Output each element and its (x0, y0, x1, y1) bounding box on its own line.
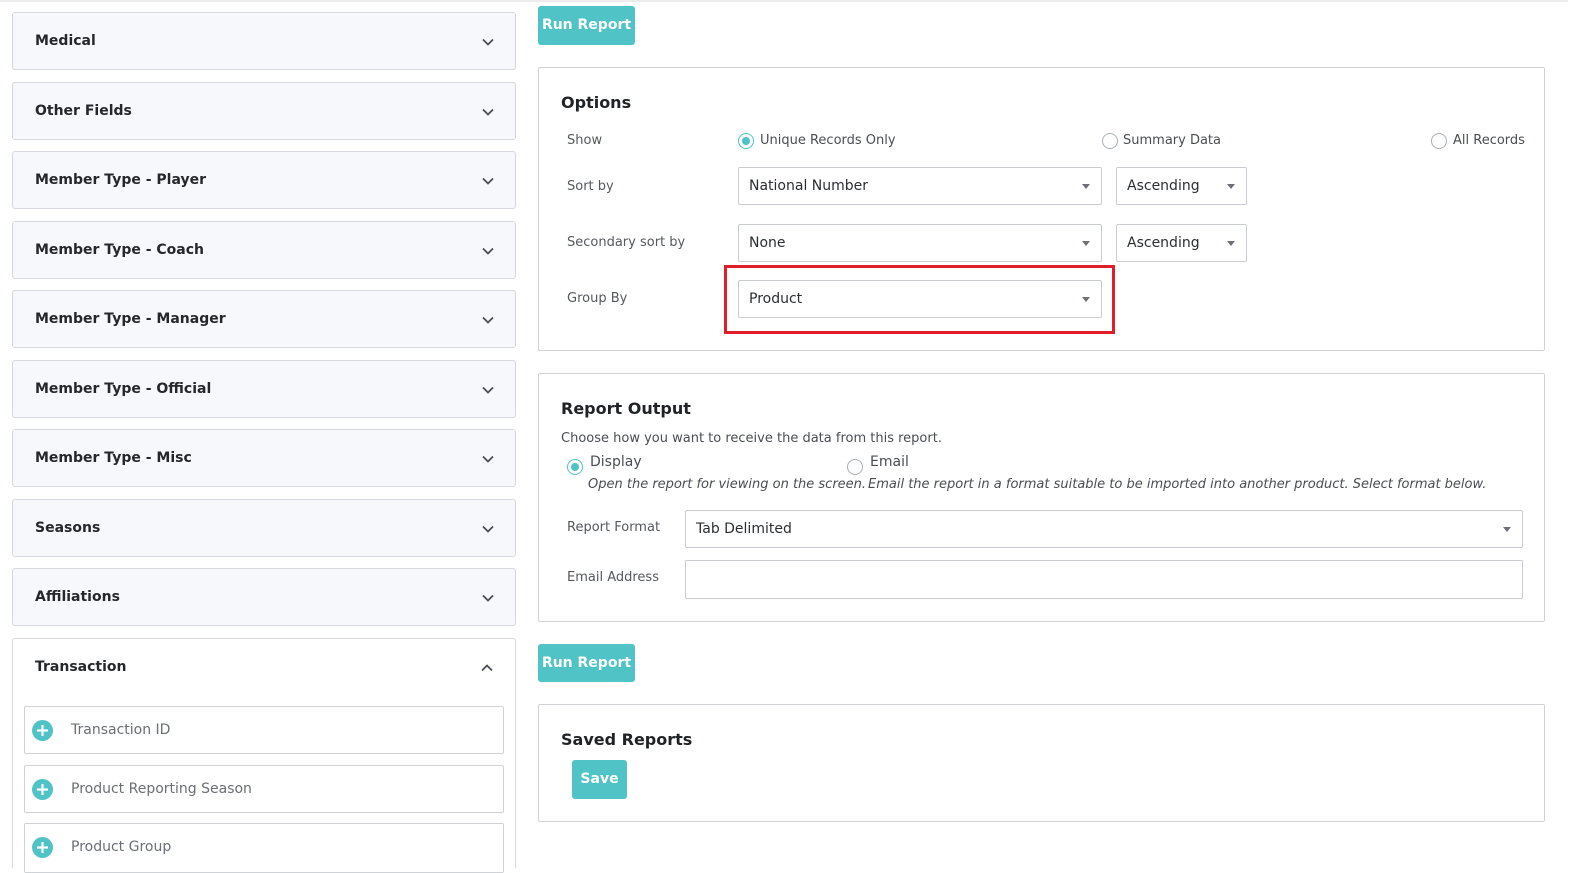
report-format-value: Tab Delimited (696, 521, 792, 537)
secondary-sort-label: Secondary sort by (567, 235, 686, 250)
display-description: Open the report for viewing on the scree… (588, 477, 867, 492)
accordion-label: Transaction (35, 659, 127, 675)
sort-by-label: Sort by (567, 179, 614, 194)
field-label: Product Group (71, 839, 172, 855)
add-field-icon[interactable] (32, 779, 53, 800)
report-output-intro: Choose how you want to receive the data … (561, 431, 942, 446)
report-output-title: Report Output (561, 399, 691, 418)
radio-all-records[interactable] (1431, 133, 1447, 149)
chevron-down-icon (482, 594, 494, 602)
accordion-other-fields[interactable]: Other Fields (12, 82, 516, 140)
secondary-sort-select[interactable]: None (738, 224, 1102, 262)
chevron-down-icon (482, 177, 494, 185)
email-address-label: Email Address (567, 570, 659, 585)
field-transaction-id[interactable]: Transaction ID (24, 706, 504, 754)
accordion-label: Member Type - Player (35, 172, 207, 188)
radio-display[interactable] (567, 459, 583, 475)
sort-by-select[interactable]: National Number (738, 167, 1102, 205)
sort-by-value: National Number (749, 178, 869, 194)
add-field-icon[interactable] (32, 837, 53, 858)
options-title: Options (561, 93, 632, 112)
radio-display-label: Display (590, 454, 642, 470)
dropdown-caret-icon (1227, 241, 1235, 246)
email-description: Email the report in a format suitable to… (868, 477, 1487, 492)
top-divider (0, 0, 1586, 2)
radio-email-label: Email (870, 454, 909, 470)
radio-summary-data-label: Summary Data (1123, 133, 1221, 148)
chevron-down-icon (482, 525, 494, 533)
dropdown-caret-icon (1227, 184, 1235, 189)
field-label: Product Reporting Season (71, 781, 252, 797)
radio-unique-records-label: Unique Records Only (760, 133, 896, 148)
report-format-select[interactable]: Tab Delimited (685, 510, 1523, 548)
sort-order-select[interactable]: Ascending (1116, 167, 1247, 205)
accordion-label: Member Type - Manager (35, 311, 226, 327)
field-product-group[interactable]: Product Group (24, 823, 504, 873)
save-button[interactable]: Save (572, 760, 627, 799)
chevron-down-icon (482, 38, 494, 46)
chevron-down-icon (482, 386, 494, 394)
accordion-label: Member Type - Misc (35, 450, 192, 466)
report-output-panel: Report Output Choose how you want to rec… (538, 373, 1545, 622)
dropdown-caret-icon (1082, 241, 1090, 246)
radio-unique-records[interactable] (738, 133, 754, 149)
accordion-member-type-manager[interactable]: Member Type - Manager (12, 290, 516, 348)
dropdown-caret-icon (1503, 527, 1511, 532)
accordion-label: Member Type - Official (35, 381, 212, 397)
accordion-label: Medical (35, 33, 96, 49)
secondary-sort-value: None (749, 235, 786, 251)
accordion-seasons[interactable]: Seasons (12, 499, 516, 557)
radio-all-records-label: All Records (1453, 133, 1525, 148)
run-report-button-bottom[interactable]: Run Report (538, 644, 635, 682)
page-scrollbar-track[interactable] (1568, 0, 1586, 858)
field-label: Transaction ID (71, 722, 171, 738)
accordion-label: Affiliations (35, 589, 120, 605)
chevron-down-icon (482, 247, 494, 255)
sort-order-value: Ascending (1127, 178, 1200, 194)
accordion-transaction: Transaction Transaction ID Product Repor… (12, 638, 516, 873)
radio-email[interactable] (847, 459, 863, 475)
accordion-affiliations[interactable]: Affiliations (12, 568, 516, 626)
secondary-sort-order-select[interactable]: Ascending (1116, 224, 1247, 262)
report-format-label: Report Format (567, 520, 661, 535)
saved-reports-title: Saved Reports (561, 730, 693, 749)
chevron-down-icon (482, 455, 494, 463)
accordion-transaction-header[interactable]: Transaction (13, 639, 515, 697)
chevron-down-icon (482, 316, 494, 324)
radio-summary-data[interactable] (1102, 133, 1118, 149)
group-by-label: Group By (567, 291, 628, 306)
chevron-down-icon (482, 108, 494, 116)
accordion-label: Member Type - Coach (35, 242, 205, 258)
show-label: Show (567, 133, 603, 148)
accordion-label: Seasons (35, 520, 101, 536)
chevron-up-icon (481, 664, 493, 672)
accordion-member-type-player[interactable]: Member Type - Player (12, 151, 516, 209)
group-by-highlight-box (724, 265, 1115, 334)
dropdown-caret-icon (1082, 184, 1090, 189)
field-product-reporting-season[interactable]: Product Reporting Season (24, 765, 504, 813)
email-address-input[interactable] (685, 560, 1523, 599)
accordion-label: Other Fields (35, 103, 132, 119)
run-report-button-top[interactable]: Run Report (538, 6, 635, 45)
add-field-icon[interactable] (32, 720, 53, 741)
accordion-member-type-misc[interactable]: Member Type - Misc (12, 429, 516, 487)
secondary-sort-order-value: Ascending (1127, 235, 1200, 251)
accordion-medical[interactable]: Medical (12, 12, 516, 70)
accordion-member-type-official[interactable]: Member Type - Official (12, 360, 516, 418)
accordion-member-type-coach[interactable]: Member Type - Coach (12, 221, 516, 279)
saved-reports-panel: Saved Reports Save (538, 704, 1545, 822)
